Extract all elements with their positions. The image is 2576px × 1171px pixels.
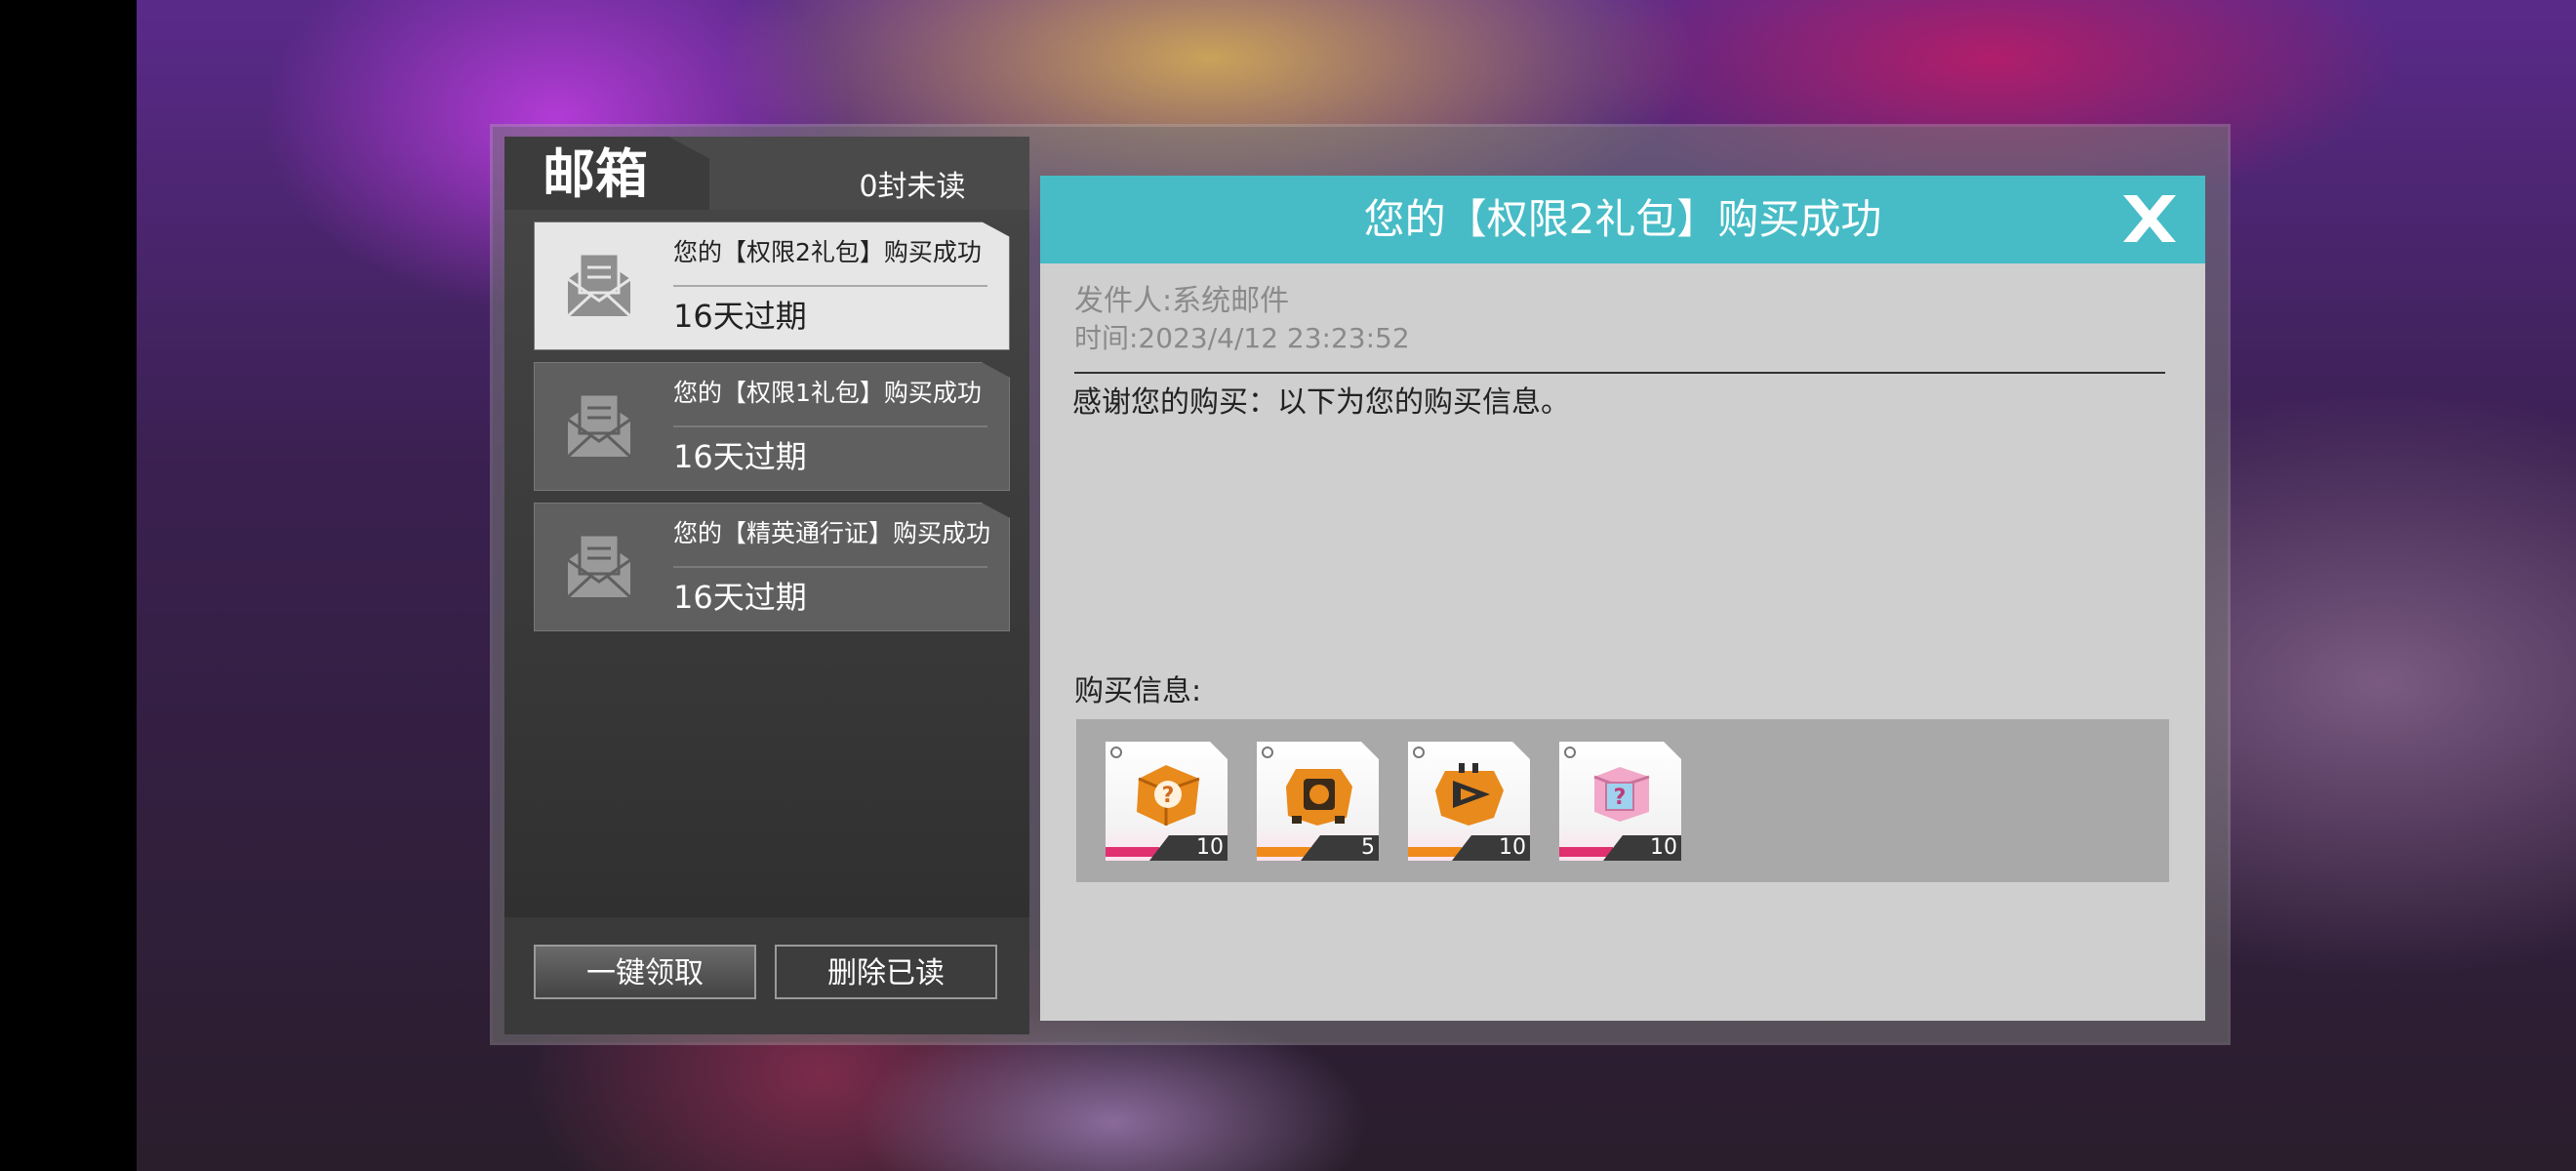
attachment-item-2[interactable]: 5 — [1257, 742, 1379, 861]
mail-sender: 发件人:系统邮件 — [1074, 284, 1290, 318]
mail-subject: 您的【精英通行证】购买成功 — [673, 519, 991, 547]
attachment-item-4[interactable]: ? 10 — [1559, 742, 1681, 861]
brand-logo-icon — [1413, 747, 1425, 758]
mail-expiry: 16天过期 — [673, 579, 807, 616]
item-quantity: 10 — [1650, 835, 1677, 860]
orange-triangle-chip-icon — [1435, 763, 1504, 826]
mail-divider — [673, 425, 987, 427]
mail-item-1[interactable]: 您的【权限2礼包】购买成功 16天过期 — [534, 222, 1010, 350]
item-quantity: 10 — [1196, 835, 1224, 860]
claim-all-button[interactable]: 一键领取 — [534, 945, 756, 999]
item-quantity: 5 — [1361, 835, 1375, 860]
left-black-bar — [0, 0, 137, 1171]
card-fold — [1361, 742, 1379, 759]
attachment-item-3[interactable]: 10 — [1408, 742, 1530, 861]
mail-expiry: 16天过期 — [673, 298, 807, 335]
card-fold — [1210, 742, 1228, 759]
mail-subject: 您的【权限1礼包】购买成功 — [673, 379, 982, 407]
delete-read-button[interactable]: 删除已读 — [775, 945, 997, 999]
close-icon[interactable] — [2119, 191, 2180, 246]
mail-item-2[interactable]: 您的【权限1礼包】购买成功 16天过期 — [534, 362, 1010, 491]
attachment-item-1[interactable]: ? 10 — [1106, 742, 1228, 861]
mail-detail-title: 您的【权限2礼包】购买成功 — [1363, 195, 1882, 243]
mailbox-title: 邮箱 — [543, 143, 648, 205]
open-envelope-icon — [566, 392, 632, 459]
svg-text:?: ? — [1162, 784, 1175, 808]
mail-item-3[interactable]: 您的【精英通行证】购买成功 16天过期 — [534, 503, 1010, 631]
orange-emblem-chip-icon — [1286, 769, 1352, 826]
rarity-stripe — [1257, 847, 1310, 857]
svg-text:?: ? — [1614, 786, 1627, 810]
unread-count: 0封未读 — [859, 170, 966, 204]
purchase-info-label: 购买信息: — [1074, 674, 1202, 708]
brand-logo-icon — [1564, 747, 1576, 758]
open-envelope-icon — [566, 252, 632, 318]
brand-logo-icon — [1110, 747, 1122, 758]
card-fold — [1664, 742, 1681, 759]
open-envelope-icon — [566, 533, 632, 599]
mail-expiry: 16天过期 — [673, 438, 807, 475]
card-fold — [1512, 742, 1530, 759]
item-quantity: 10 — [1499, 835, 1526, 860]
detail-divider — [1074, 372, 2165, 374]
mail-body: 感谢您的购买：以下为您的购买信息。 — [1072, 385, 1570, 420]
mail-divider — [673, 285, 987, 287]
mail-subject: 您的【权限2礼包】购买成功 — [673, 238, 982, 266]
orange-mystery-box-icon: ? — [1137, 765, 1200, 826]
rarity-stripe — [1106, 847, 1159, 857]
rarity-stripe — [1559, 847, 1613, 857]
mail-time: 时间:2023/4/12 23:23:52 — [1074, 322, 1410, 354]
mail-divider — [673, 566, 987, 568]
rarity-stripe — [1408, 847, 1462, 857]
brand-logo-icon — [1262, 747, 1273, 758]
pink-mystery-box-icon: ? — [1593, 767, 1650, 822]
